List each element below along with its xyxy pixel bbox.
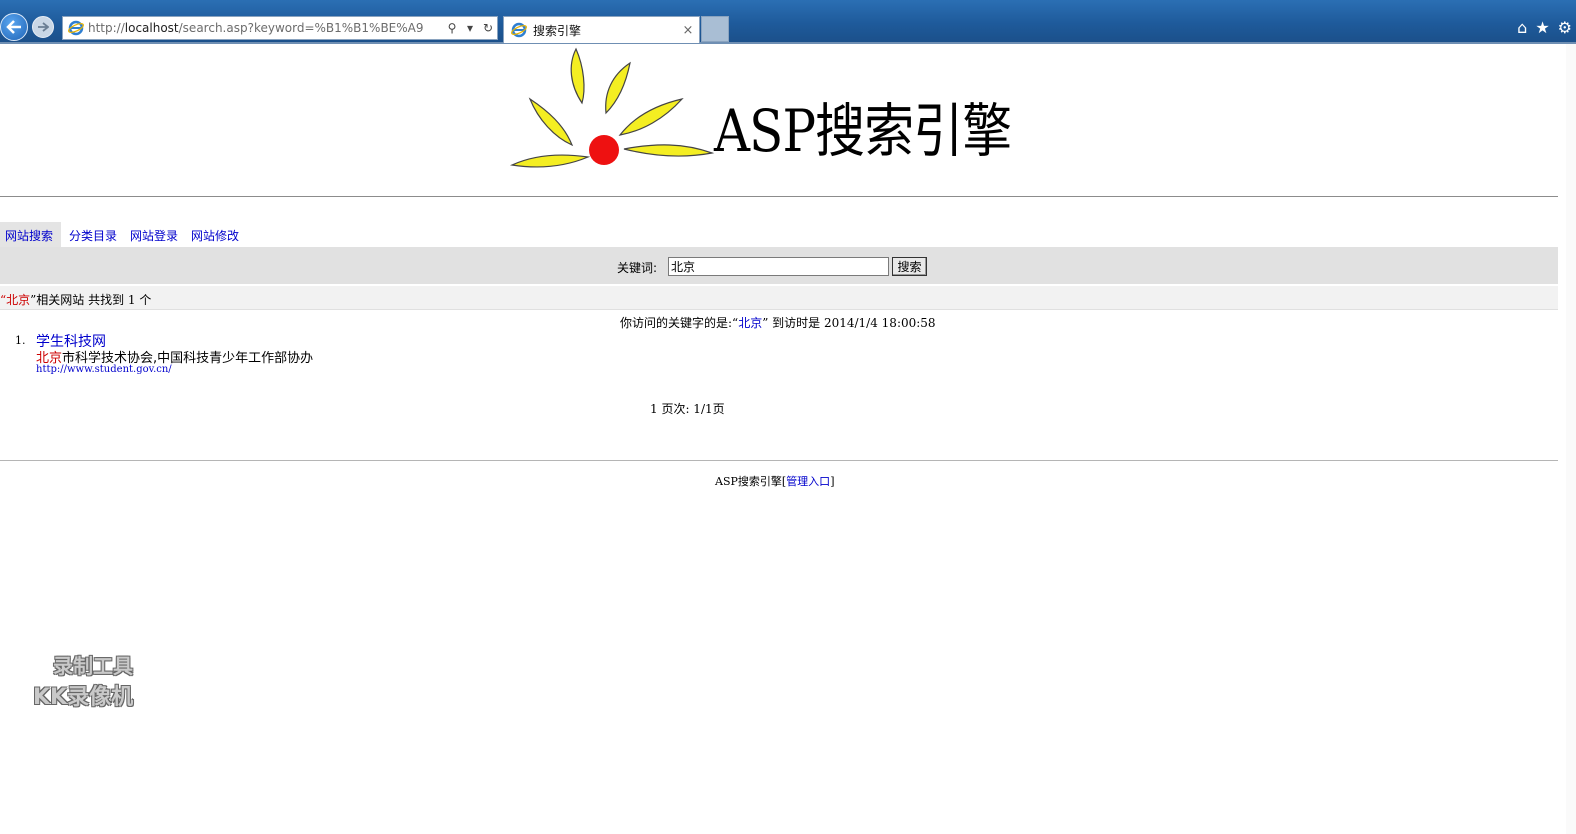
back-button[interactable]: [0, 13, 28, 41]
new-tab-button[interactable]: [701, 16, 729, 42]
forward-button[interactable]: [32, 16, 54, 38]
browser-right-icons: ⌂ ★ ⚙: [1517, 16, 1576, 40]
search-icon[interactable]: ⚲: [443, 17, 461, 39]
main-menu: 网站搜索 分类目录 网站登录 网站修改: [0, 222, 247, 247]
favorites-star-icon[interactable]: ★: [1535, 20, 1549, 36]
site-title: ASP搜索引擎: [714, 97, 1012, 165]
sun-logo: [509, 47, 715, 168]
address-bar[interactable]: http://localhost/search.asp?keyword=%B1%…: [62, 16, 498, 40]
result-url-link[interactable]: http://www.student.gov.cn/: [36, 364, 172, 375]
ie-tab-icon: [508, 19, 530, 41]
menu-item-site-search[interactable]: 网站搜索: [0, 222, 62, 247]
back-arrow-icon: [6, 20, 21, 34]
ie-page-icon: [66, 18, 86, 38]
footer: ASP搜索引擎[管理入口]: [715, 475, 835, 488]
settings-gear-icon[interactable]: ⚙: [1558, 20, 1572, 36]
keyword-input[interactable]: [668, 257, 889, 276]
search-button[interactable]: 搜索: [892, 257, 927, 276]
tab-search-engine[interactable]: 搜索引擎 ×: [503, 16, 700, 43]
dropdown-arrow-icon[interactable]: ▾: [461, 17, 479, 39]
header-divider: [0, 196, 1558, 197]
toolbar-divider: [0, 42, 1576, 44]
summary-keyword: 北京: [6, 293, 31, 307]
pagination: 1 页次: 1/1页: [650, 402, 725, 416]
tab-close-icon[interactable]: ×: [680, 23, 696, 38]
address-url[interactable]: http://localhost/search.asp?keyword=%B1%…: [86, 21, 443, 35]
admin-entry-link[interactable]: 管理入口: [786, 475, 830, 488]
menu-item-site-login[interactable]: 网站登录: [125, 222, 186, 247]
forward-arrow-icon: [38, 22, 49, 32]
menu-item-site-edit[interactable]: 网站修改: [186, 222, 247, 247]
visit-keyword: 北京: [738, 316, 763, 330]
menu-item-category[interactable]: 分类目录: [61, 222, 125, 247]
vertical-scrollbar[interactable]: [1566, 44, 1576, 834]
visit-info: 你访问的关键字的是:“北京” 到访时是 2014/1/4 18:00:58: [620, 316, 936, 330]
tab-title: 搜索引擎: [533, 23, 582, 38]
home-icon[interactable]: ⌂: [1517, 20, 1527, 36]
keyword-label: 关键词:: [617, 261, 658, 275]
footer-divider: [0, 460, 1558, 461]
refresh-icon[interactable]: ↻: [479, 17, 497, 39]
result-summary: “北京”相关网站 共找到 1 个: [0, 293, 152, 307]
recorder-watermark: 录制工具 KK录像机: [33, 654, 134, 710]
result-number: 1.: [15, 334, 26, 347]
result-summary-bar: [0, 286, 1558, 310]
